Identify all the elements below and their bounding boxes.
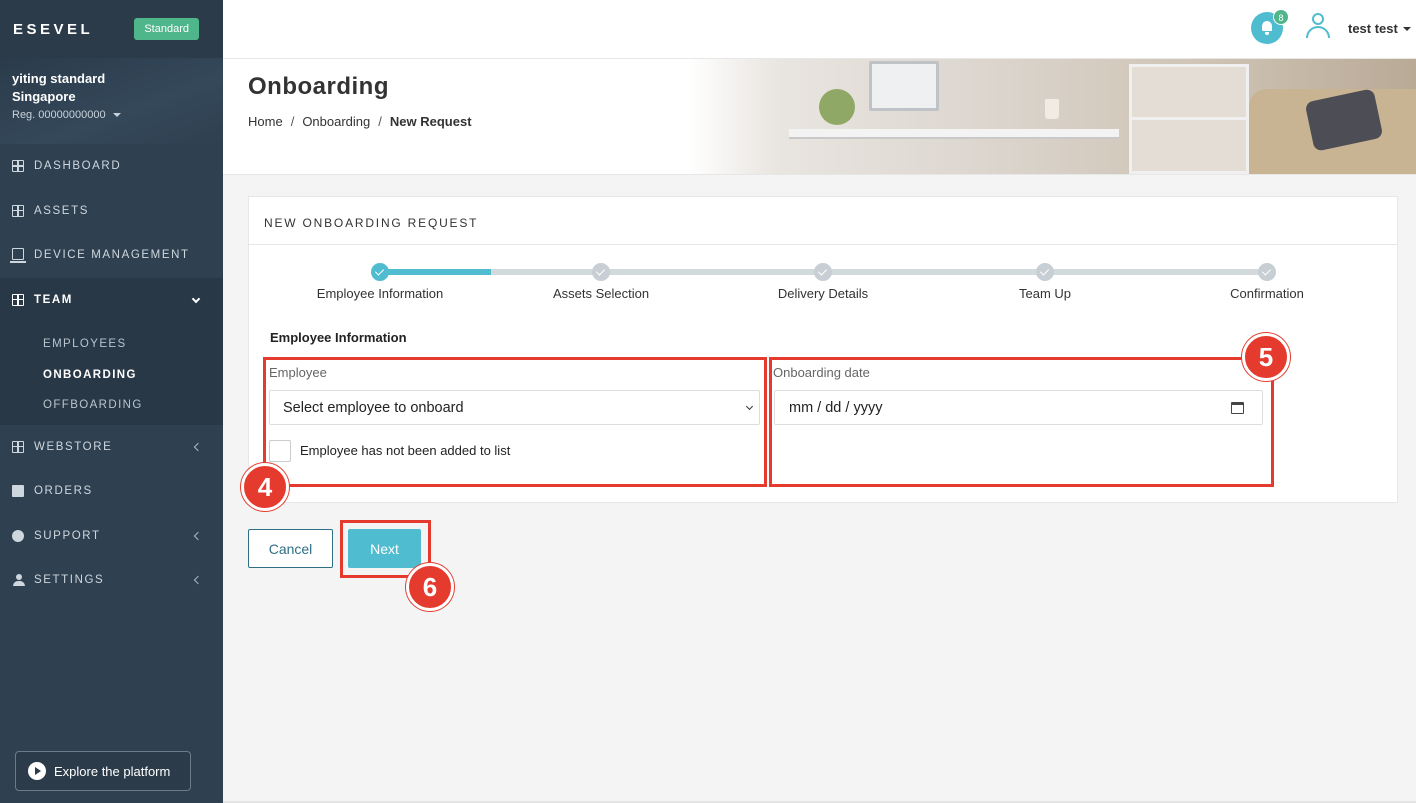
account-name-line1: yiting standard — [12, 71, 106, 86]
play-icon — [28, 762, 46, 780]
stepper-progress — [380, 269, 491, 275]
sidebar-item-label: TEAM — [34, 293, 73, 306]
breadcrumb: Home / Onboarding / New Request — [248, 114, 472, 129]
sidebar-nav: DASHBOARD ASSETS DEVICE MANAGEMENT TEAM … — [0, 144, 223, 603]
highlight-employee-fields — [263, 357, 767, 487]
sidebar-item-label: DEVICE MANAGEMENT — [34, 249, 190, 262]
sidebar-subitem-onboarding[interactable]: ONBOARDING — [0, 360, 223, 391]
plan-badge: Standard — [134, 18, 199, 40]
breadcrumb-onboarding[interactable]: Onboarding — [302, 114, 370, 129]
hero-desk — [789, 129, 1119, 139]
page-header: Onboarding Home / Onboarding / New Reque… — [223, 58, 1416, 175]
explore-platform-button[interactable]: Explore the platform — [15, 751, 191, 791]
chevron-left-icon — [193, 442, 203, 451]
hero-plant — [819, 89, 855, 125]
user-menu[interactable]: test test — [1348, 21, 1411, 36]
sidebar-team-section: TEAM EMPLOYEES ONBOARDING OFFBOARDING — [0, 277, 223, 425]
caret-down-icon — [1402, 26, 1411, 31]
section-heading: Employee Information — [270, 330, 407, 345]
notification-count-badge: 8 — [1273, 9, 1289, 25]
account-reg[interactable]: Reg. 00000000000 — [12, 109, 211, 121]
step-4-check-icon — [1036, 263, 1054, 281]
sidebar-item-device-management[interactable]: DEVICE MANAGEMENT — [0, 233, 223, 278]
step-3-check-icon — [814, 263, 832, 281]
card-title: NEW ONBOARDING REQUEST — [264, 216, 479, 230]
grid-icon — [12, 440, 24, 453]
sidebar-item-assets[interactable]: ASSETS — [0, 189, 223, 234]
sidebar-item-label: SUPPORT — [34, 529, 101, 542]
user-avatar-icon[interactable] — [1305, 13, 1331, 39]
step-1-check-icon — [371, 263, 389, 281]
team-submenu: EMPLOYEES ONBOARDING OFFBOARDING — [0, 322, 223, 425]
step-label-employee-information[interactable]: Employee Information — [317, 286, 443, 301]
hero-cup — [1045, 99, 1059, 119]
sidebar-subitem-offboarding[interactable]: OFFBOARDING — [0, 390, 223, 421]
grid-icon — [12, 160, 24, 173]
chevron-down-icon — [191, 294, 201, 303]
top-bar: 8 test test — [223, 0, 1416, 58]
step-label-delivery-details[interactable]: Delivery Details — [778, 286, 868, 301]
step-2-check-icon — [592, 263, 610, 281]
sidebar-item-dashboard[interactable]: DASHBOARD — [0, 144, 223, 189]
step-label-assets-selection[interactable]: Assets Selection — [553, 286, 649, 301]
user-head — [1312, 13, 1324, 25]
sidebar-item-label: DASHBOARD — [34, 160, 122, 173]
account-switcher[interactable]: yiting standard Singapore Reg. 000000000… — [0, 58, 223, 144]
hero-shelf — [1129, 64, 1249, 174]
account-reg-number: Reg. 00000000000 — [12, 109, 106, 121]
step-label-confirmation[interactable]: Confirmation — [1230, 286, 1304, 301]
sidebar-subitem-employees[interactable]: EMPLOYEES — [0, 329, 223, 360]
explore-platform-label: Explore the platform — [54, 763, 171, 779]
sidebar-item-webstore[interactable]: WEBSTORE — [0, 425, 223, 470]
sidebar-item-orders[interactable]: ORDERS — [0, 469, 223, 514]
step-label-team-up[interactable]: Team Up — [1019, 286, 1071, 301]
sidebar-item-settings[interactable]: SETTINGS — [0, 558, 223, 603]
sidebar-item-label: WEBSTORE — [34, 440, 113, 453]
card-divider — [249, 244, 1397, 245]
step-5-check-icon — [1258, 263, 1276, 281]
page-title: Onboarding — [248, 73, 389, 100]
info-icon — [12, 529, 24, 542]
sidebar-item-team[interactable]: TEAM — [0, 278, 223, 323]
grid-icon — [12, 204, 24, 217]
step-marker-4: 4 — [241, 463, 289, 511]
caret-down-icon — [112, 113, 121, 117]
users-cog-icon — [12, 574, 25, 587]
cancel-button[interactable]: Cancel — [248, 529, 333, 568]
user-body — [1306, 26, 1330, 38]
breadcrumb-separator: / — [378, 114, 382, 129]
breadcrumb-current: New Request — [389, 114, 472, 129]
sidebar-item-support[interactable]: SUPPORT — [0, 514, 223, 559]
breadcrumb-home[interactable]: Home — [248, 114, 283, 129]
grid-icon — [12, 293, 24, 306]
bell-icon — [1262, 21, 1272, 35]
document-icon — [12, 485, 24, 498]
chevron-left-icon — [193, 576, 203, 585]
account-name-line2: Singapore — [12, 89, 76, 104]
brand-bar: ESEVEL Standard — [0, 0, 223, 58]
sidebar-item-label: ORDERS — [34, 485, 93, 498]
step-marker-6: 6 — [406, 563, 454, 611]
chevron-left-icon — [193, 531, 203, 540]
breadcrumb-separator: / — [290, 114, 295, 129]
user-name: test test — [1348, 21, 1398, 36]
hero-monitor — [869, 61, 939, 111]
laptop-icon — [10, 248, 26, 264]
step-marker-5: 5 — [1242, 333, 1290, 381]
brand-logo[interactable]: ESEVEL — [13, 21, 93, 38]
sidebar-item-label: ASSETS — [34, 204, 89, 217]
highlight-onboarding-date — [769, 357, 1274, 487]
header-hero-image — [689, 59, 1416, 174]
sidebar: ESEVEL Standard yiting standard Singapor… — [0, 0, 223, 803]
sidebar-item-label: SETTINGS — [34, 574, 105, 587]
